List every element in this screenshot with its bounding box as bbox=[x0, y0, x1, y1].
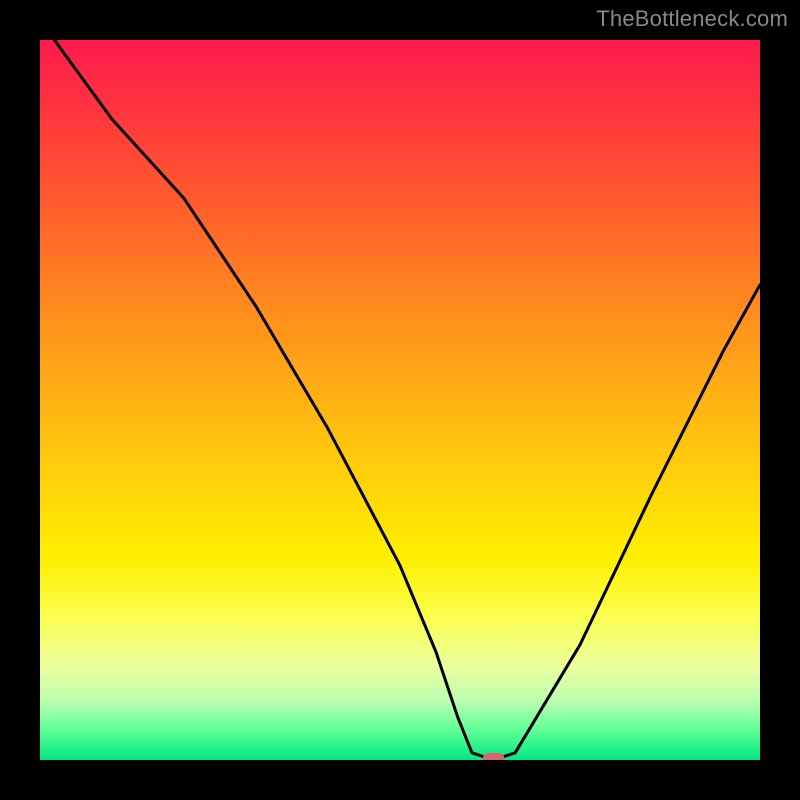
bottleneck-curve bbox=[54, 40, 760, 760]
watermark-text: TheBottleneck.com bbox=[596, 6, 788, 32]
curve-layer bbox=[40, 40, 760, 760]
plot-area bbox=[40, 40, 760, 760]
chart-frame: TheBottleneck.com bbox=[0, 0, 800, 800]
optimal-marker bbox=[483, 753, 505, 760]
